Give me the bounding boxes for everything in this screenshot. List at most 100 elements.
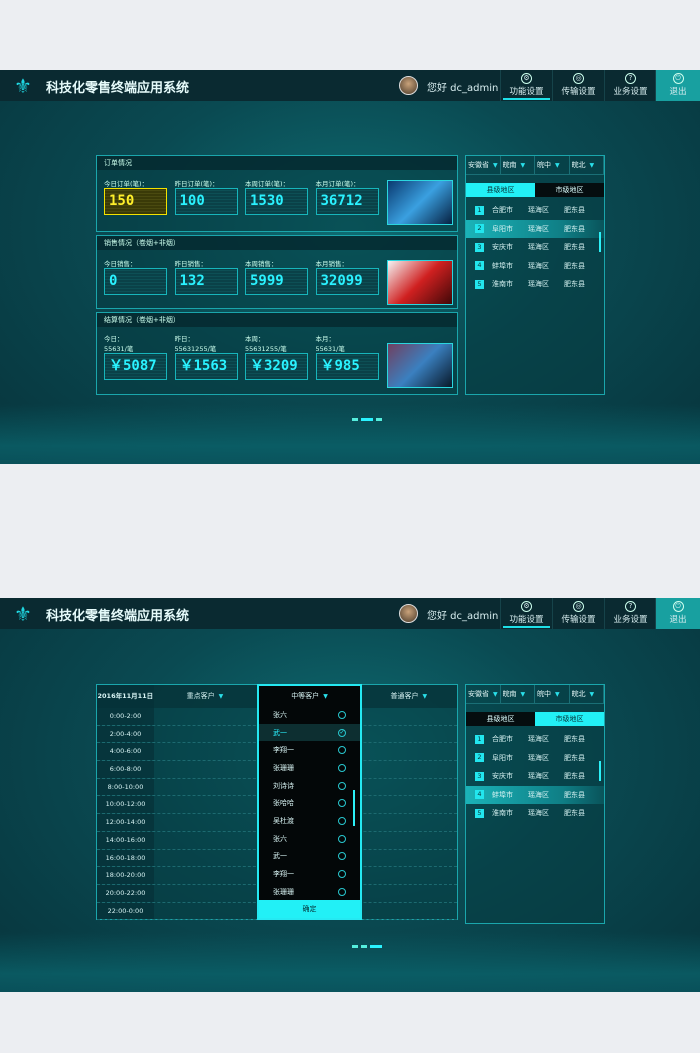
- page-dot[interactable]: [370, 945, 382, 948]
- customer-option[interactable]: 刘诗诗: [259, 777, 360, 795]
- customer-option[interactable]: 李翔一: [259, 865, 360, 883]
- cell-city: 淮南市: [492, 809, 513, 818]
- list-item[interactable]: 1 合肥市 瑶海区 肥东县: [466, 730, 604, 749]
- list-item[interactable]: 2 阜阳市 瑶海区 肥东县: [466, 219, 604, 238]
- customer-option[interactable]: 吴杜渡: [259, 812, 360, 830]
- radio-icon[interactable]: [338, 852, 346, 861]
- stat-cell: 今日： 55631/笔 ￥5087: [104, 333, 167, 380]
- cell-district: 瑶海区: [528, 772, 549, 781]
- column-header[interactable]: 普通客户 ▼: [361, 685, 457, 708]
- list-item[interactable]: 4 蚌埠市 瑶海区 肥东县: [466, 785, 604, 804]
- nav-help-button[interactable]: ? 业务设置: [604, 70, 656, 101]
- stat-value[interactable]: ￥1563: [174, 353, 238, 380]
- stat-value[interactable]: 100: [174, 188, 238, 215]
- app-title: 科技化零售终端应用系统: [46, 609, 190, 624]
- nav-gear-button[interactable]: ⚙ 功能设置: [500, 70, 552, 101]
- scrollbar[interactable]: [599, 232, 601, 252]
- stat-value[interactable]: 36712: [315, 188, 379, 215]
- list-item[interactable]: 3 安庆市 瑶海区 肥东县: [466, 238, 604, 257]
- radio-icon[interactable]: [338, 887, 346, 896]
- page-dot[interactable]: [352, 418, 358, 421]
- nav-help-button[interactable]: ? 业务设置: [604, 598, 656, 629]
- confirm-button[interactable]: 确定: [259, 900, 360, 918]
- cell-city: 淮南市: [492, 280, 513, 289]
- tab-region-0[interactable]: 县级地区: [466, 712, 535, 726]
- region-select[interactable]: 皖中 ▼: [535, 685, 570, 703]
- avatar[interactable]: [399, 604, 418, 623]
- nav-transfer-button[interactable]: ◎ 传输设置: [552, 70, 604, 101]
- stat-cell: 本周订单(笔)： 1530: [245, 178, 308, 215]
- radio-icon[interactable]: [338, 870, 346, 879]
- stat-value[interactable]: 0: [104, 268, 167, 295]
- dropdown-header[interactable]: 中等客户 ▼: [259, 686, 360, 706]
- customer-option[interactable]: 张六: [259, 706, 360, 724]
- stat-value[interactable]: 150: [104, 188, 167, 215]
- list-item[interactable]: 2 阜阳市 瑶海区 肥东县: [466, 749, 604, 768]
- stat-value[interactable]: 32099: [315, 268, 379, 295]
- customer-option[interactable]: 武一: [259, 848, 360, 866]
- list-item[interactable]: 1 合肥市 瑶海区 肥东县: [466, 201, 604, 220]
- cell-city: 安庆市: [492, 772, 513, 781]
- stat-value[interactable]: 1530: [245, 188, 308, 215]
- check-circle-icon[interactable]: ✓: [338, 728, 346, 737]
- cell-county: 肥东县: [564, 753, 585, 762]
- select-value: 皖南: [502, 161, 517, 169]
- stat-sub: 55631255/笔: [245, 345, 287, 353]
- customer-option[interactable]: 李翔一: [259, 741, 360, 759]
- region-select[interactable]: 皖南 ▼: [501, 156, 535, 174]
- customer-name: 张哈哈: [273, 799, 294, 808]
- radio-icon[interactable]: [338, 816, 346, 825]
- list-item[interactable]: 3 安庆市 瑶海区 肥东县: [466, 767, 604, 786]
- radio-icon[interactable]: [338, 834, 346, 843]
- nav-transfer-button[interactable]: ◎ 传输设置: [552, 598, 604, 629]
- scrollbar[interactable]: [599, 761, 601, 781]
- region-select[interactable]: 皖南 ▼: [501, 685, 535, 703]
- stat-value[interactable]: ￥985: [315, 353, 379, 380]
- region-list: 1 合肥市 瑶海区 肥东县 2 阜阳市 瑶海区 肥东县 3 安庆市 瑶海区 肥东县 4 蚌埠市 瑶海区 肥东县…: [466, 730, 604, 823]
- stat-value[interactable]: 132: [174, 268, 238, 295]
- customer-dropdown: 中等客户 ▼ 张六 武一 ✓ 李翔一 张珊珊 刘诗诗 张哈哈 吴杜渡 张六 武一 李翔一 张珊珊 确定: [257, 684, 362, 920]
- radio-icon[interactable]: [338, 799, 346, 808]
- nav-gear-button[interactable]: ⚙ 功能设置: [500, 598, 552, 629]
- region-select[interactable]: 安徽省 ▼: [466, 685, 501, 703]
- radio-icon[interactable]: [338, 746, 346, 755]
- screen-schedule: ⚜ 科技化零售终端应用系统 您好 dc_admin ⚙ 功能设置 ◎ 传输设置? 业务设置 ⏻ 退…: [0, 598, 700, 992]
- region-select[interactable]: 皖北 ▼: [570, 156, 604, 174]
- radio-icon[interactable]: [338, 781, 346, 790]
- list-item[interactable]: 5 淮南市 瑶海区 肥东县: [466, 804, 604, 823]
- radio-icon[interactable]: [338, 763, 346, 772]
- list-item[interactable]: 5 淮南市 瑶海区 肥东县: [466, 275, 604, 294]
- customer-option[interactable]: 张哈哈: [259, 794, 360, 812]
- radio-icon[interactable]: [338, 710, 346, 719]
- avatar[interactable]: [399, 76, 418, 95]
- cell-city: 安庆市: [492, 243, 513, 252]
- customer-option[interactable]: 张珊珊: [259, 759, 360, 777]
- tab-region-1[interactable]: 市级地区: [535, 183, 604, 197]
- stat-value[interactable]: ￥5087: [104, 353, 167, 380]
- customer-option[interactable]: 张珊珊: [259, 883, 360, 901]
- list-item[interactable]: 4 蚌埠市 瑶海区 肥东县: [466, 257, 604, 276]
- row-number: 4: [475, 261, 484, 271]
- nav-power-button[interactable]: ⏻ 退出: [655, 598, 700, 629]
- stat-value[interactable]: ￥3209: [245, 353, 308, 380]
- nav-label: 功能设置: [509, 87, 544, 97]
- page-dot[interactable]: [361, 945, 367, 948]
- region-select[interactable]: 皖中 ▼: [535, 156, 570, 174]
- time-slot: 18:00-20:00: [97, 867, 154, 884]
- chevron-down-icon: ▼: [589, 162, 595, 169]
- page-dot[interactable]: [376, 418, 382, 421]
- column-header[interactable]: 重点客户 ▼: [154, 685, 256, 708]
- stat-value[interactable]: 5999: [245, 268, 308, 295]
- nav-power-button[interactable]: ⏻ 退出: [655, 70, 700, 101]
- region-select[interactable]: 皖北 ▼: [570, 685, 604, 703]
- tab-region-0[interactable]: 县级地区: [466, 183, 535, 197]
- stat-label: 今日订单(笔)：: [104, 180, 149, 188]
- stat-cell: 本月： 55631/笔 ￥985: [315, 333, 379, 380]
- scrollbar[interactable]: [353, 790, 355, 826]
- customer-option[interactable]: 武一 ✓: [259, 723, 360, 742]
- page-dot[interactable]: [352, 945, 358, 948]
- customer-option[interactable]: 张六: [259, 830, 360, 848]
- tab-region-1[interactable]: 市级地区: [535, 712, 604, 726]
- region-select[interactable]: 安徽省 ▼: [466, 156, 501, 174]
- page-dot[interactable]: [361, 418, 373, 421]
